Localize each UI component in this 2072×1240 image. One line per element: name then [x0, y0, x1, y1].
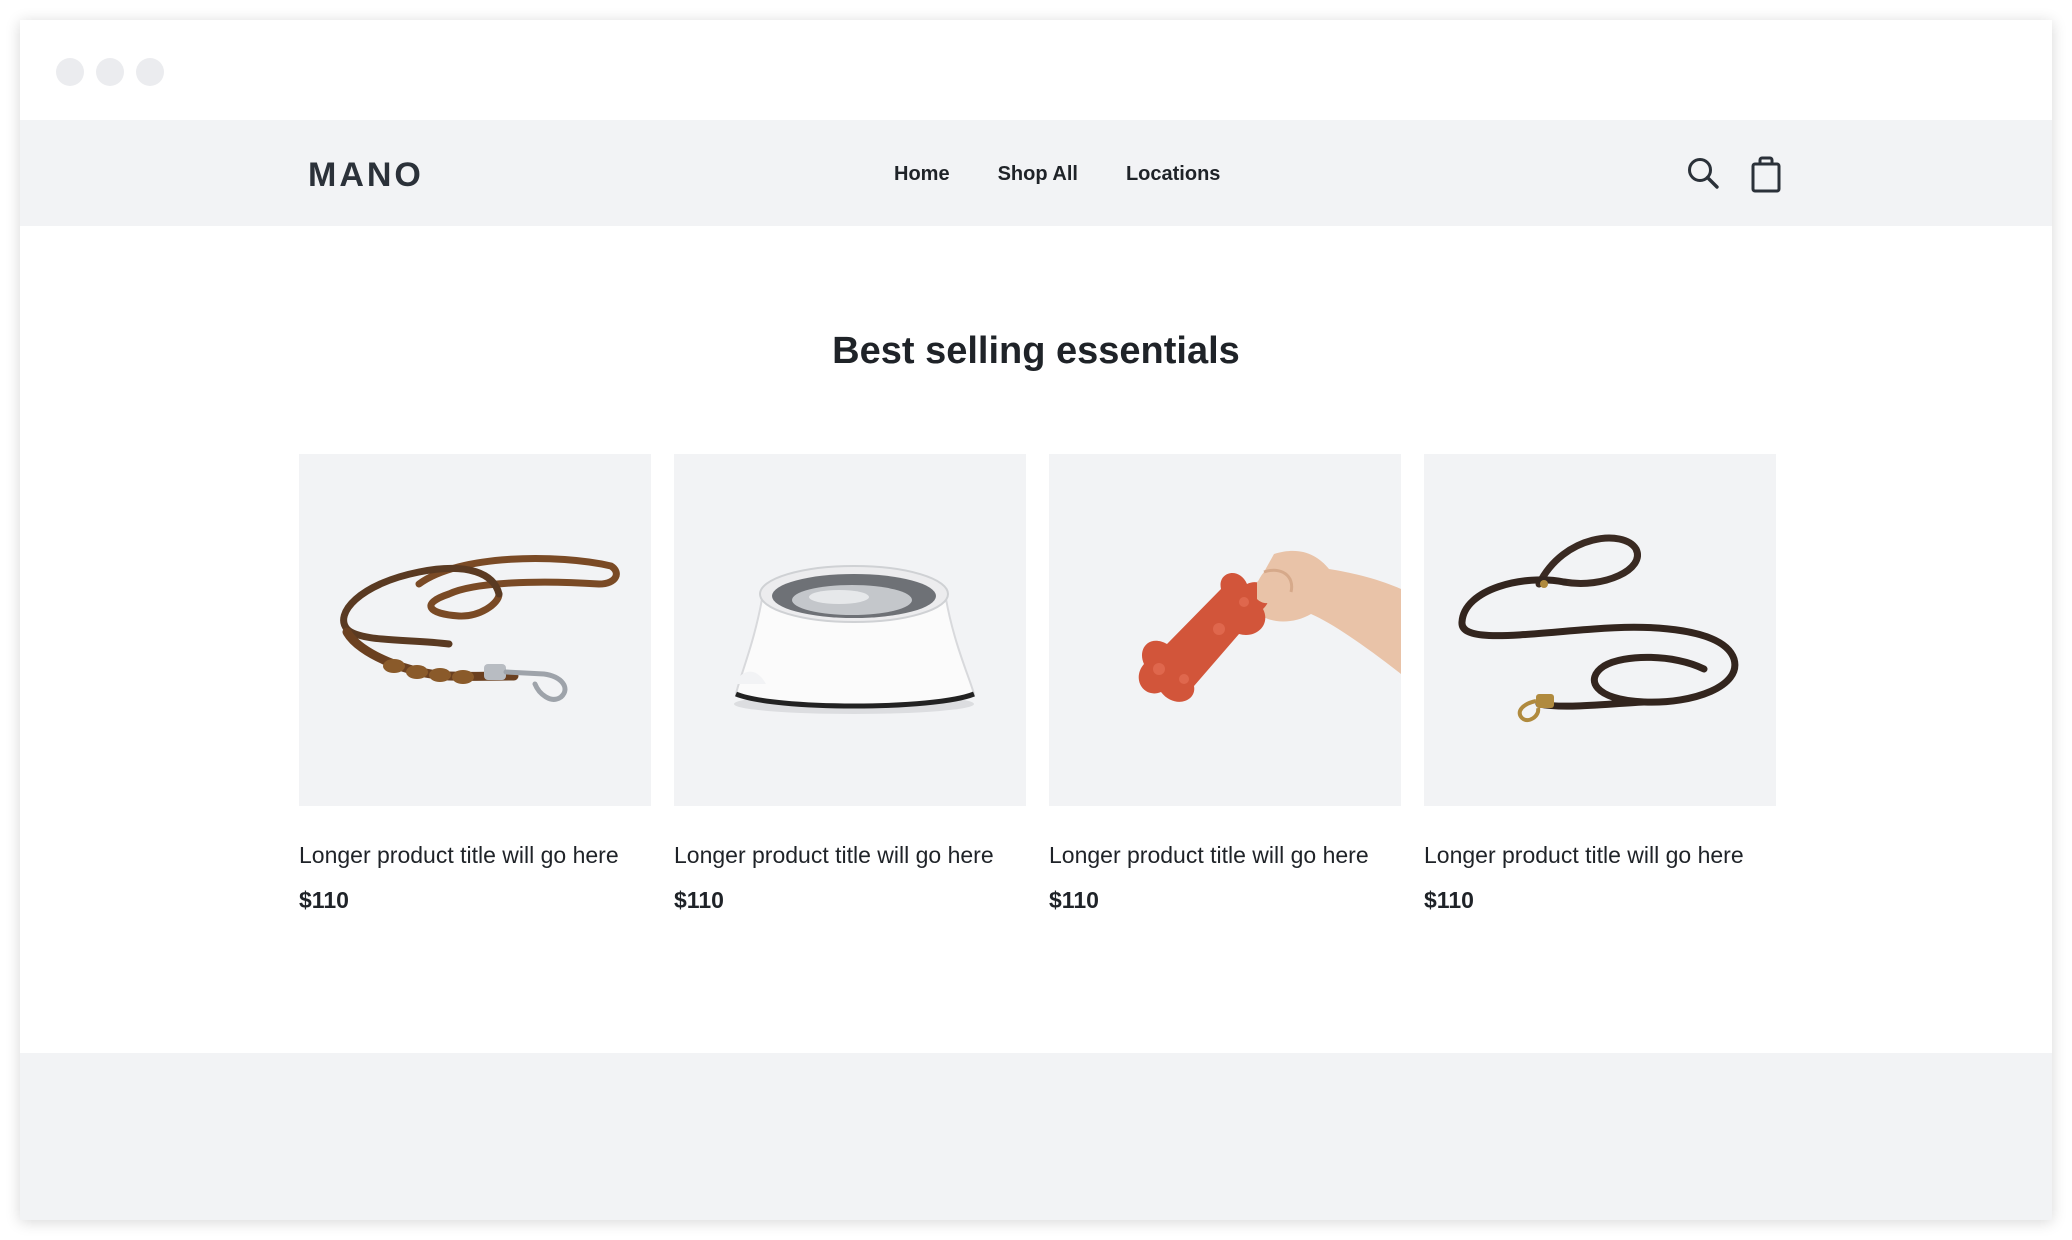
browser-window: MANO Home Shop All Locations Best sellin… — [20, 20, 2052, 1220]
product-title[interactable]: Longer product title will go here — [1049, 842, 1401, 869]
dark-leash-image — [1424, 454, 1776, 806]
dog-bowl-image — [674, 454, 1026, 806]
product-price: $110 — [299, 887, 349, 913]
site-footer — [20, 1053, 2052, 1220]
brand-logo[interactable]: MANO — [308, 156, 424, 195]
product-card[interactable]: Longer product title will go here $110 — [1424, 454, 1776, 914]
bone-toy-image — [1049, 454, 1401, 806]
product-image[interactable] — [1049, 454, 1401, 806]
product-image[interactable] — [1424, 454, 1776, 806]
search-icon — [1688, 158, 1719, 189]
product-price: $110 — [674, 887, 724, 913]
product-title[interactable]: Longer product title will go here — [299, 842, 651, 869]
product-card[interactable]: Longer product title will go here $110 — [674, 454, 1026, 914]
product-card[interactable]: Longer product title will go here $110 — [299, 454, 651, 914]
product-image[interactable] — [299, 454, 651, 806]
window-control-dot[interactable] — [56, 58, 84, 86]
section-title: Best selling essentials — [832, 330, 1240, 372]
product-title[interactable]: Longer product title will go here — [674, 842, 1026, 869]
main-nav: Home Shop All Locations — [894, 163, 1220, 186]
window-title-bar — [20, 20, 2052, 120]
nav-shop-all[interactable]: Shop All — [998, 163, 1078, 186]
product-price: $110 — [1424, 887, 1474, 913]
product-image[interactable] — [674, 454, 1026, 806]
search-button[interactable] — [1684, 154, 1724, 194]
product-price: $110 — [1049, 887, 1099, 913]
product-card[interactable]: Longer product title will go here $110 — [1049, 454, 1401, 914]
braided-leash-image — [299, 454, 651, 806]
shopping-bag-icon — [1751, 156, 1781, 193]
window-control-dot[interactable] — [136, 58, 164, 86]
nav-locations[interactable]: Locations — [1126, 163, 1220, 186]
site-header: MANO Home Shop All Locations — [20, 120, 2052, 226]
cart-button[interactable] — [1746, 154, 1786, 194]
product-title[interactable]: Longer product title will go here — [1424, 842, 1776, 869]
window-control-dot[interactable] — [96, 58, 124, 86]
nav-home[interactable]: Home — [894, 163, 950, 186]
